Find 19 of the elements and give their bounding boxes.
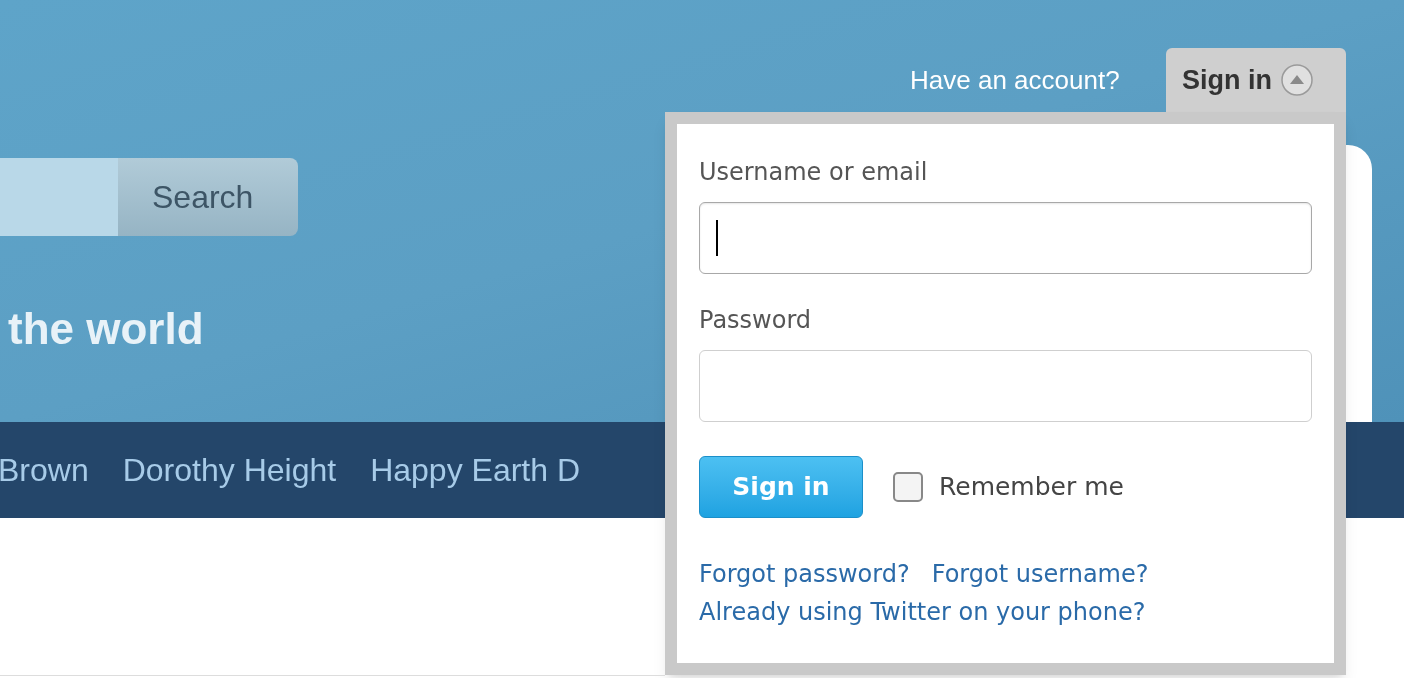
help-link[interactable]: Already using Twitter on your phone?: [699, 600, 1146, 624]
remember-label: Remember me: [939, 471, 1124, 504]
search-button[interactable]: Search: [118, 158, 298, 236]
field-label: Password: [699, 308, 813, 332]
nav-link[interactable]: Brown: [0, 446, 89, 494]
text-cursor: [716, 220, 718, 256]
account-prompt: Have an account?: [910, 63, 1121, 97]
password-field[interactable]: [699, 350, 1312, 422]
help-link[interactable]: Forgot password?: [699, 562, 910, 586]
help-link[interactable]: Forgot username?: [931, 562, 1149, 586]
sign-in-tab[interactable]: Sign in: [1166, 48, 1346, 112]
username-field[interactable]: [699, 202, 1312, 274]
headline: the world: [8, 303, 204, 355]
remember-checkbox[interactable]: [893, 472, 923, 502]
field-label: Username or email: [699, 160, 929, 184]
nav-link[interactable]: Happy Earth D: [370, 446, 580, 494]
nav-link[interactable]: Dorothy Height: [122, 446, 337, 494]
search-field[interactable]: [0, 158, 118, 236]
collapse-icon: [1280, 63, 1314, 97]
